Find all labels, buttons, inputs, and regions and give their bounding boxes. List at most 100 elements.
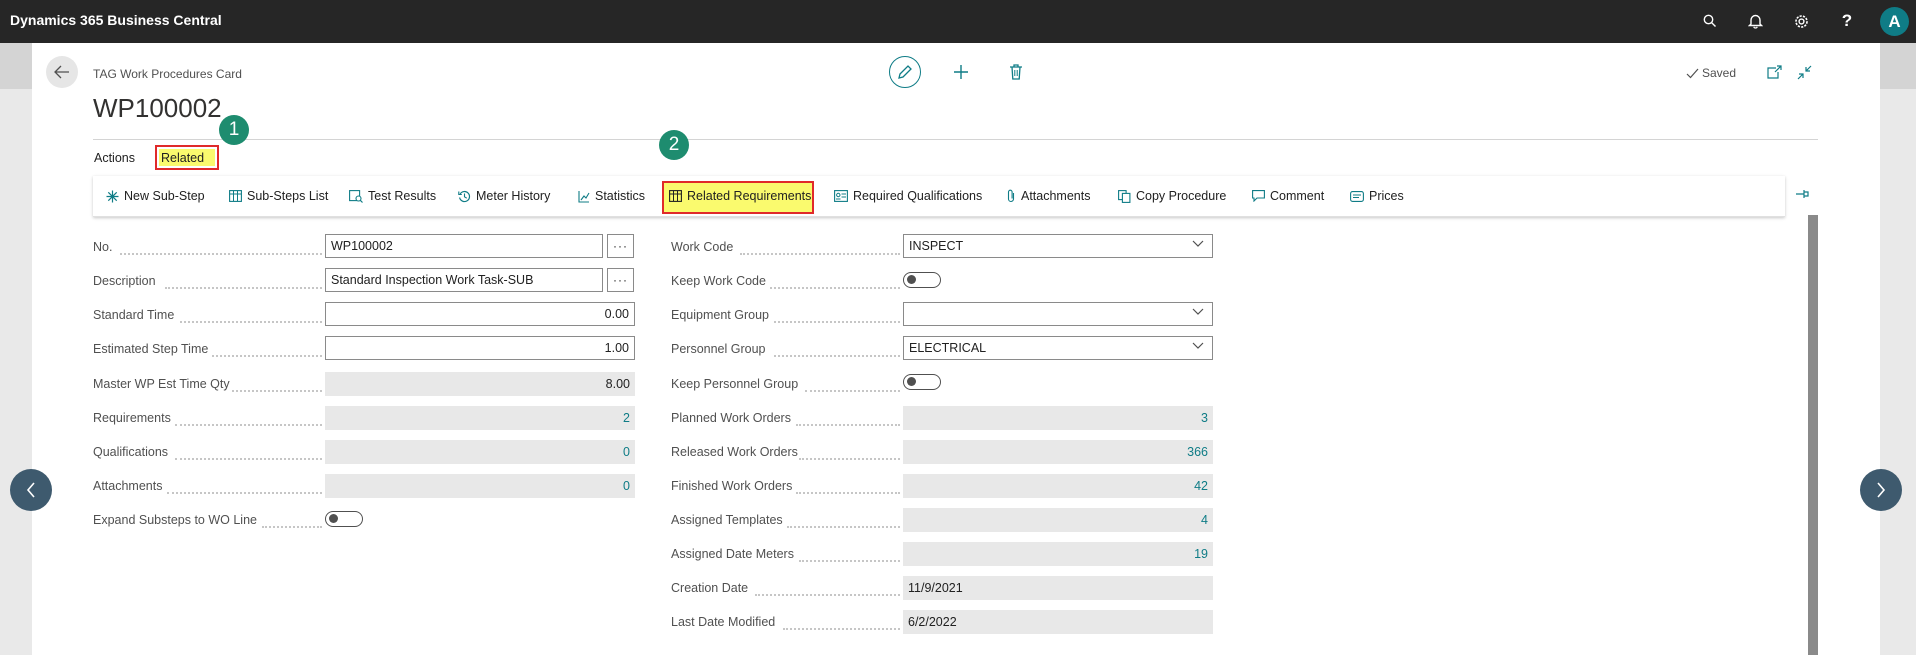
description-input[interactable]: Standard Inspection Work Task-SUB	[325, 268, 603, 292]
attachments-label: Attachments	[93, 479, 163, 493]
creation-date-label: Creation Date	[671, 581, 749, 595]
no-label: No.	[93, 240, 113, 254]
open-new-window-icon	[1766, 65, 1782, 79]
header-divider	[93, 139, 1818, 140]
page-caption: TAG Work Procedures Card	[93, 67, 242, 81]
personnel-group-select[interactable]: ELECTRICAL	[903, 336, 1213, 360]
pin-action-bar-button[interactable]	[1795, 188, 1809, 203]
last-date-modified-value: 6/2/2022	[903, 610, 1213, 634]
description-lookup-button[interactable]: ···	[607, 268, 634, 292]
paperclip-icon	[1007, 189, 1015, 203]
qualifications-value[interactable]: 0	[325, 440, 635, 464]
dot-leader	[799, 458, 900, 460]
assigned-templates-value[interactable]: 4	[903, 508, 1213, 532]
work-code-label: Work Code	[671, 240, 734, 254]
dot-leader	[774, 321, 900, 323]
statistics-button[interactable]: Statistics	[578, 186, 645, 206]
requirements-value[interactable]: 2	[325, 406, 635, 430]
checkmark-icon	[1686, 68, 1699, 78]
meter-history-button[interactable]: Meter History	[458, 186, 550, 206]
planned-work-orders-value[interactable]: 3	[903, 406, 1213, 430]
new-button[interactable]	[949, 60, 973, 84]
equipment-group-select[interactable]	[903, 302, 1213, 326]
released-work-orders-value[interactable]: 366	[903, 440, 1213, 464]
expand-substeps-label: Expand Substeps to WO Line	[93, 513, 257, 527]
required-qualifications-button[interactable]: Required Qualifications	[834, 186, 982, 206]
personnel-group-label: Personnel Group	[671, 342, 766, 356]
dot-leader	[799, 560, 900, 562]
creation-date-value: 11/9/2021	[903, 576, 1213, 600]
assigned-date-meters-label: Assigned Date Meters	[671, 547, 794, 561]
master-wp-est-time-qty-label: Master WP Est Time Qty	[93, 377, 230, 391]
avatar[interactable]: A	[1880, 7, 1909, 36]
dot-leader	[212, 355, 322, 357]
menu-related[interactable]: Related	[161, 151, 204, 165]
dot-leader	[175, 424, 322, 426]
keep-work-code-label: Keep Work Code	[671, 274, 766, 288]
page-title: WP100002	[93, 93, 222, 123]
qualifications-label: Qualifications	[93, 445, 169, 459]
standard-time-input[interactable]: 0.00	[325, 302, 635, 326]
no-lookup-button[interactable]: ···	[607, 234, 634, 258]
dot-leader	[165, 287, 322, 289]
copy-procedure-button[interactable]: Copy Procedure	[1118, 186, 1226, 206]
previous-record-button[interactable]	[10, 469, 52, 511]
dot-leader	[787, 526, 900, 528]
delete-button[interactable]	[1004, 60, 1028, 84]
copy-icon	[1118, 189, 1131, 203]
trash-icon	[1010, 64, 1022, 80]
open-new-window-button[interactable]	[1762, 60, 1786, 84]
page-scrollbar[interactable]	[1808, 215, 1818, 655]
dot-leader	[770, 287, 900, 289]
arrow-left-icon	[54, 65, 69, 79]
collapse-button[interactable]	[1792, 60, 1816, 84]
new-sparkle-icon	[106, 190, 119, 202]
no-input[interactable]: WP100002	[325, 234, 603, 258]
attachments-value[interactable]: 0	[325, 474, 635, 498]
master-wp-est-time-qty-value: 8.00	[325, 372, 635, 396]
bell-icon[interactable]	[1744, 10, 1766, 32]
sub-steps-list-button[interactable]: Sub-Steps List	[229, 186, 328, 206]
estimated-step-time-input[interactable]: 1.00	[325, 336, 635, 360]
related-requirements-button[interactable]: Related Requirements	[669, 186, 811, 206]
dot-leader	[805, 390, 900, 392]
assigned-date-meters-value[interactable]: 19	[903, 542, 1213, 566]
work-code-select[interactable]: INSPECT	[903, 234, 1213, 258]
chevron-left-icon	[26, 482, 35, 498]
chevron-right-icon	[1877, 482, 1886, 498]
requirements-label: Requirements	[93, 411, 171, 425]
keep-work-code-toggle[interactable]	[903, 272, 941, 288]
finished-work-orders-value[interactable]: 42	[903, 474, 1213, 498]
history-icon	[458, 190, 471, 202]
comment-button[interactable]: Comment	[1252, 186, 1324, 206]
dot-leader	[262, 526, 322, 528]
menu-actions[interactable]: Actions	[94, 151, 135, 165]
next-record-button[interactable]	[1860, 469, 1902, 511]
chevron-down-icon	[1192, 342, 1204, 349]
saved-status: Saved	[1686, 66, 1736, 80]
dot-leader	[180, 321, 322, 323]
dot-leader	[774, 355, 900, 357]
last-date-modified-label: Last Date Modified	[671, 615, 776, 629]
app-title[interactable]: Dynamics 365 Business Central	[10, 12, 222, 28]
new-sub-step-button[interactable]: New Sub-Step	[106, 186, 205, 206]
back-button[interactable]	[46, 56, 78, 88]
dot-leader	[120, 253, 322, 255]
expand-substeps-toggle[interactable]	[325, 511, 363, 527]
gear-icon[interactable]	[1790, 10, 1812, 32]
test-results-button[interactable]: Test Results	[349, 186, 436, 206]
callout-1: 1	[219, 115, 249, 145]
prices-button[interactable]: Prices	[1350, 186, 1404, 206]
keep-personnel-group-toggle[interactable]	[903, 374, 941, 390]
help-icon[interactable]: ?	[1836, 10, 1858, 32]
planned-work-orders-label: Planned Work Orders	[671, 411, 791, 425]
qualifications-icon	[834, 190, 848, 202]
attachments-button[interactable]: Attachments	[1007, 186, 1090, 206]
price-tag-icon	[1350, 190, 1364, 202]
pencil-icon	[898, 65, 912, 79]
search-icon[interactable]	[1699, 10, 1721, 32]
ellipsis-icon: ···	[613, 239, 628, 253]
edit-button[interactable]	[889, 56, 921, 88]
dot-leader	[796, 492, 900, 494]
plus-icon	[954, 65, 968, 79]
